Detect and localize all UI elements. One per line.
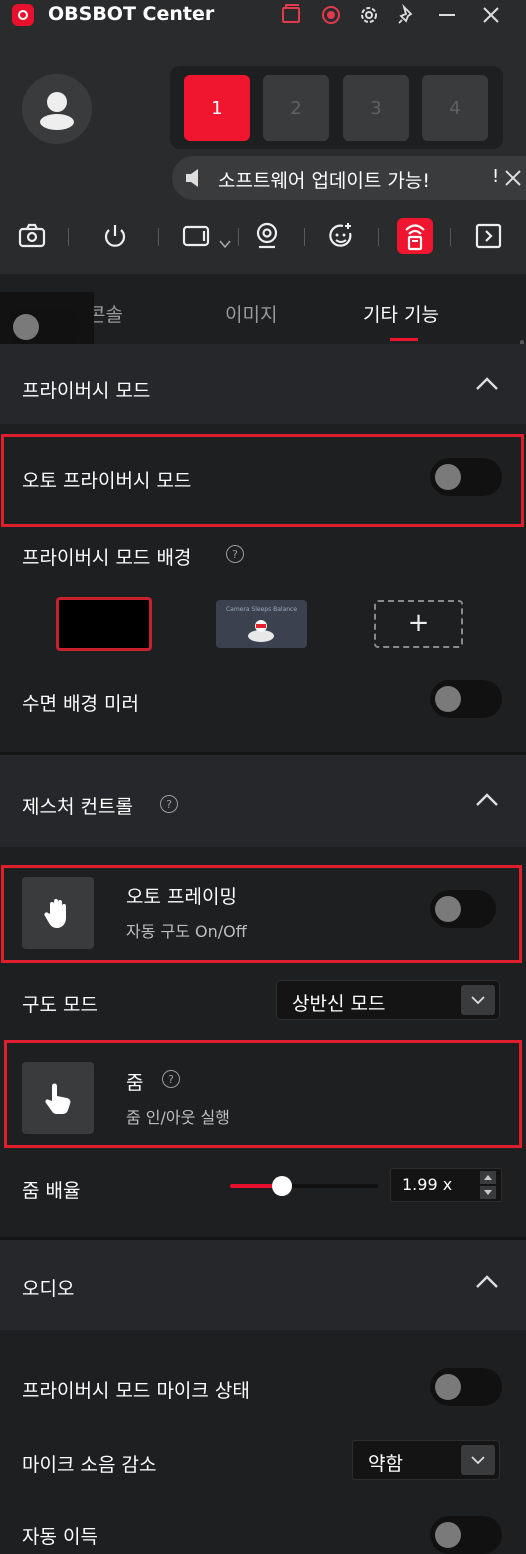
auto-framing-tile (22, 877, 94, 949)
camera-button-2[interactable]: 2 (263, 75, 329, 141)
toolbar-divider (450, 228, 451, 246)
help-icon[interactable]: ? (160, 795, 178, 813)
expand-panel-icon[interactable] (474, 221, 504, 251)
video-mode-icon[interactable] (182, 221, 232, 251)
auto-privacy-toggle[interactable] (430, 458, 502, 496)
help-icon[interactable]: ? (226, 545, 244, 563)
ai-tracking-icon[interactable] (326, 221, 356, 251)
auto-framing-title: 오토 프레이밍 (126, 886, 237, 908)
camera-button-4[interactable]: 4 (422, 75, 488, 141)
zoom-stepper[interactable] (480, 1171, 496, 1199)
banner-close-icon[interactable] (504, 169, 522, 187)
chevron-down-icon[interactable] (461, 1445, 495, 1475)
open-hand-icon (44, 899, 66, 928)
chevron-down-icon[interactable] (461, 985, 495, 1015)
privacy-section-title: 프라이버시 모드 (22, 380, 151, 402)
audio-section-body (0, 1330, 526, 1536)
zoom-tile (22, 1062, 94, 1134)
collapse-privacy-icon[interactable] (474, 376, 500, 392)
toolbar-divider (158, 228, 159, 246)
app-title: OBSBOT Center (48, 3, 215, 25)
remote-control-button[interactable] (397, 218, 433, 254)
noise-reduction-label: 마이크 소음 감소 (22, 1454, 157, 1476)
privacy-mic-toggle[interactable] (430, 1368, 502, 1406)
minimize-icon[interactable] (436, 4, 458, 26)
webcam-icon[interactable] (252, 221, 282, 251)
camera-button-1[interactable]: 1 (184, 75, 250, 141)
noise-reduction-value: 약함 (368, 1453, 403, 1475)
toolbar-divider (238, 228, 239, 246)
collapse-gesture-icon[interactable] (474, 792, 500, 808)
composition-label: 구도 모드 (22, 994, 98, 1016)
auto-framing-desc: 자동 구도 On/Off (126, 922, 247, 941)
zoom-slider-thumb[interactable] (272, 1176, 292, 1196)
tab-active-indicator (390, 338, 418, 341)
app-logo (12, 4, 34, 26)
pointing-hand-icon (45, 1083, 71, 1114)
background-option-sleep[interactable]: Camera Sleeps Balance (216, 600, 307, 648)
zoom-desc: 줌 인/아웃 실행 (126, 1108, 230, 1127)
collapse-audio-icon[interactable] (474, 1274, 500, 1290)
privacy-background-label: 프라이버시 모드 배경 (22, 547, 192, 569)
toolbar-divider (304, 228, 305, 246)
update-banner-excl: ! (492, 166, 500, 187)
update-banner-text: 소프트웨어 업데이트 가능! (218, 170, 430, 192)
floating-toggle[interactable] (8, 308, 80, 346)
add-background-button[interactable]: + (374, 600, 463, 648)
auto-gain-toggle[interactable] (430, 1516, 502, 1554)
zoom-title: 줌 (126, 1072, 144, 1094)
speaker-icon (184, 168, 202, 188)
window-mode-icon[interactable] (280, 4, 302, 26)
privacy-mic-label: 프라이버시 모드 마이크 상태 (22, 1380, 250, 1402)
power-icon[interactable] (100, 221, 130, 251)
settings-icon[interactable] (358, 4, 380, 26)
zoom-value: 1.99 x (402, 1175, 453, 1194)
audio-section-title: 오디오 (22, 1278, 75, 1300)
help-icon[interactable]: ? (162, 1070, 180, 1088)
record-icon[interactable] (320, 4, 342, 26)
audio-section-header[interactable] (0, 1240, 526, 1330)
snapshot-icon[interactable] (17, 221, 47, 251)
background-option-black[interactable] (56, 597, 152, 651)
auto-privacy-label: 오토 프라이버시 모드 (22, 470, 192, 492)
auto-framing-toggle[interactable] (430, 890, 496, 928)
camera-button-3[interactable]: 3 (343, 75, 409, 141)
gesture-section-title: 제스처 컨트롤 (22, 796, 133, 818)
pin-icon[interactable] (396, 4, 418, 26)
tab-image[interactable]: 이미지 (225, 300, 277, 327)
avatar[interactable] (22, 74, 92, 144)
composition-value: 상반신 모드 (292, 993, 386, 1015)
close-icon[interactable] (480, 4, 502, 26)
sleep-mirror-label: 수면 배경 미러 (22, 693, 139, 715)
add-background-symbol: + (407, 608, 430, 638)
zoom-ratio-label: 줌 배율 (22, 1180, 81, 1202)
tab-other-features[interactable]: 기타 기능 (363, 300, 439, 327)
toolbar-divider (378, 228, 379, 246)
sleep-thumb-text: Camera Sleeps Balance (225, 606, 298, 613)
toolbar-divider (68, 228, 69, 246)
sleep-mirror-toggle[interactable] (430, 680, 502, 718)
